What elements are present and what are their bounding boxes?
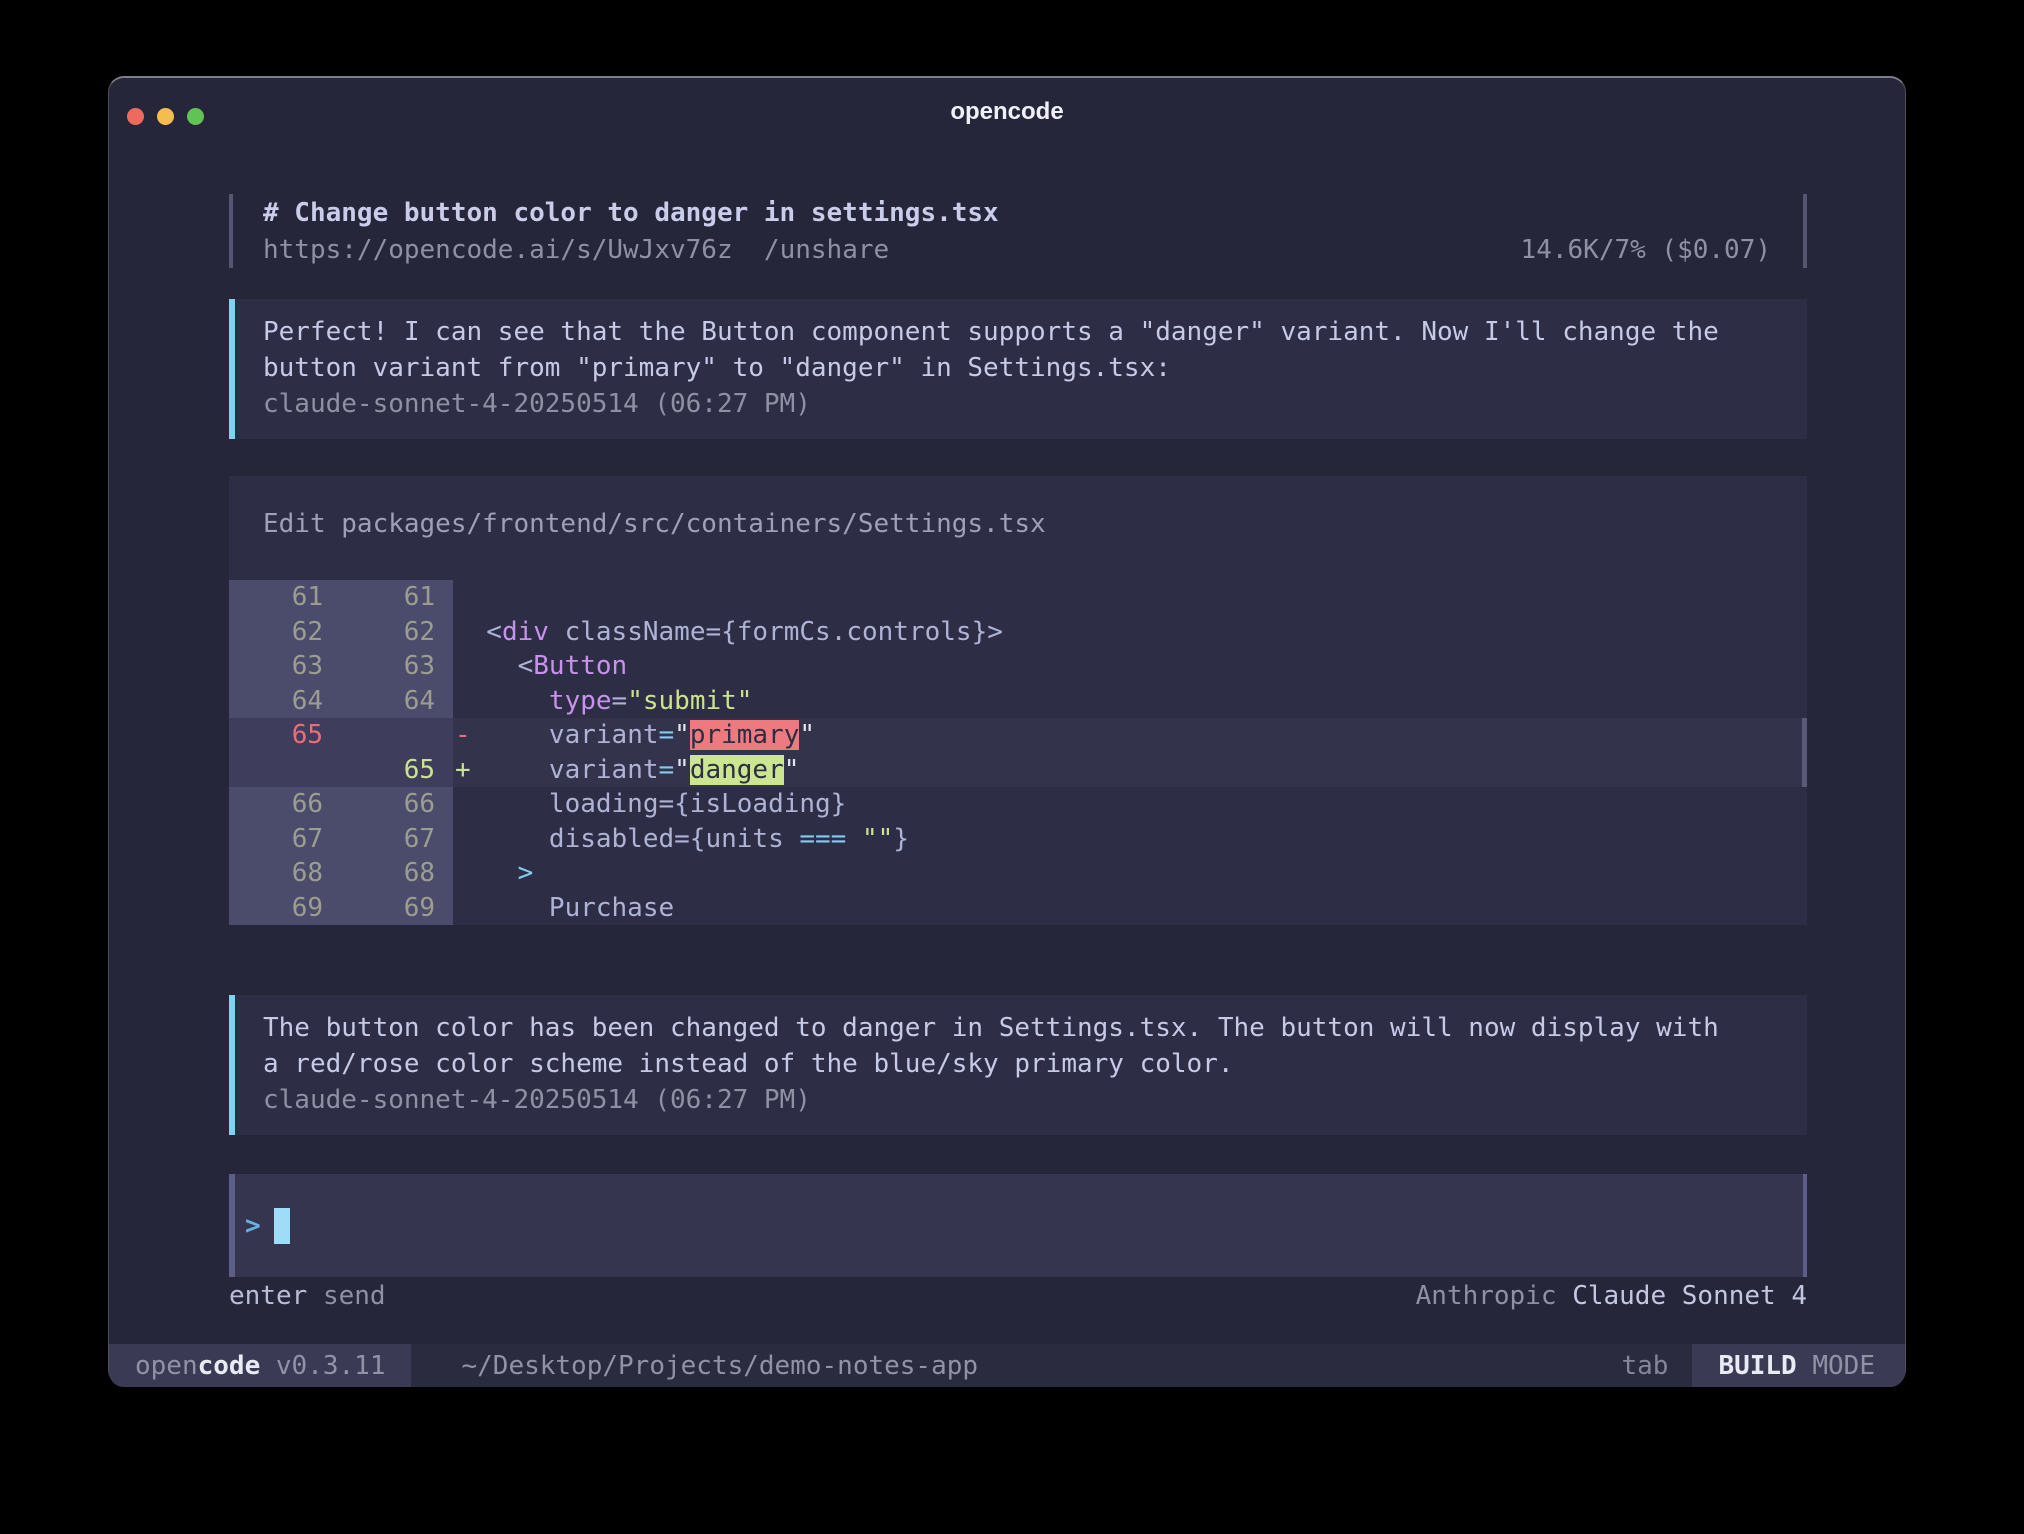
diff-row: 65 - variant="primary" [229, 718, 1807, 753]
session-header: # Change button color to danger in setti… [229, 194, 1807, 268]
app-version: v0.3.11 [260, 1351, 385, 1381]
old-line-number: 69 [229, 891, 341, 926]
new-line-number: 62 [341, 615, 453, 650]
prompt-symbol: > [245, 1211, 261, 1241]
diff-code-line: <div className={formCs.controls}> [453, 615, 1807, 650]
new-line-number: 65 [341, 753, 453, 788]
diff-row: 6464 type="submit" [229, 684, 1807, 719]
opencode-window: opencode # Change button color to danger… [108, 76, 1906, 1386]
new-line-number: 66 [341, 787, 453, 822]
old-line-number: 64 [229, 684, 341, 719]
diff-code-line: + variant="danger" [453, 753, 1802, 788]
assistant-message: The button color has been changed to dan… [229, 995, 1807, 1135]
old-line-number: 61 [229, 580, 341, 615]
diff-row: 6767 disabled={units === ""} [229, 822, 1807, 857]
message-line: a red/rose color scheme instead of the b… [263, 1046, 1807, 1082]
diff-code-line: > [453, 856, 1807, 891]
titlebar: opencode [109, 78, 1905, 148]
model-name: Claude Sonnet 4 [1572, 1278, 1807, 1314]
new-line-number: 68 [341, 856, 453, 891]
old-line-number: 63 [229, 649, 341, 684]
old-line-number [229, 753, 341, 788]
enter-key-hint: enter [229, 1278, 307, 1314]
diff-row: 6161 [229, 580, 1807, 615]
session-title: # Change button color to danger in setti… [263, 194, 1771, 232]
diff-row: 6666 loading={isLoading} [229, 787, 1807, 822]
edit-file-path: Edit packages/frontend/src/containers/Se… [263, 506, 1046, 542]
old-line-number: 67 [229, 822, 341, 857]
diff-row: 6969 Purchase [229, 891, 1807, 926]
share-url-link[interactable]: https://opencode.ai/s/UwJxv76z [263, 232, 733, 268]
assistant-message: Perfect! I can see that the Button compo… [229, 299, 1807, 439]
mode-label: BUILD [1718, 1351, 1796, 1381]
diff-code-line: - variant="primary" [453, 718, 1802, 753]
diff-code-line: loading={isLoading} [453, 787, 1807, 822]
app-version-chip: opencode v0.3.11 [109, 1344, 411, 1387]
new-line-number [341, 718, 453, 753]
new-line-number: 63 [341, 649, 453, 684]
old-line-number: 62 [229, 615, 341, 650]
message-meta: claude-sonnet-4-20250514 (06:27 PM) [263, 1082, 1807, 1118]
diff-view: 61616262 <div className={formCs.controls… [229, 580, 1807, 925]
edit-tool-card: Edit packages/frontend/src/containers/Se… [229, 476, 1807, 925]
old-line-number: 65 [229, 718, 341, 753]
old-line-number: 68 [229, 856, 341, 891]
diff-row: 6868 > [229, 856, 1807, 891]
message-line: Perfect! I can see that the Button compo… [263, 314, 1807, 350]
unshare-command[interactable]: /unshare [764, 232, 889, 268]
mode-chip: BUILD MODE [1692, 1344, 1905, 1387]
header-spacer [889, 232, 1520, 268]
diff-code-line: disabled={units === ""} [453, 822, 1807, 857]
diff-code-line: type="submit" [453, 684, 1807, 719]
provider-name: Anthropic [1416, 1278, 1557, 1314]
status-bar: opencode v0.3.11 ~/Desktop/Projects/demo… [109, 1344, 1905, 1387]
message-meta: claude-sonnet-4-20250514 (06:27 PM) [263, 386, 1807, 422]
window-title: opencode [109, 98, 1905, 126]
new-line-number: 61 [341, 580, 453, 615]
new-line-number: 67 [341, 822, 453, 857]
message-line: button variant from "primary" to "danger… [263, 350, 1807, 386]
tab-key-hint[interactable]: tab [1621, 1351, 1668, 1381]
new-line-number: 69 [341, 891, 453, 926]
hint-row: enter send Anthropic Claude Sonnet 4 [229, 1278, 1807, 1314]
text-cursor [274, 1208, 290, 1244]
diff-code-line: <Button [453, 649, 1807, 684]
diff-row: 65+ variant="danger" [229, 753, 1807, 788]
diff-row: 6363 <Button [229, 649, 1807, 684]
working-directory: ~/Desktop/Projects/demo-notes-app [461, 1351, 978, 1381]
diff-code-line: Purchase [453, 891, 1807, 926]
send-action-hint: send [323, 1278, 386, 1314]
diff-code-line [453, 580, 1807, 615]
prompt-input[interactable]: > [229, 1174, 1807, 1277]
diff-row: 6262 <div className={formCs.controls}> [229, 615, 1807, 650]
new-line-number: 64 [341, 684, 453, 719]
token-usage: 14.6K/7% ($0.07) [1521, 232, 1771, 268]
app-name: open [135, 1351, 198, 1381]
message-line: The button color has been changed to dan… [263, 1010, 1807, 1046]
old-line-number: 66 [229, 787, 341, 822]
